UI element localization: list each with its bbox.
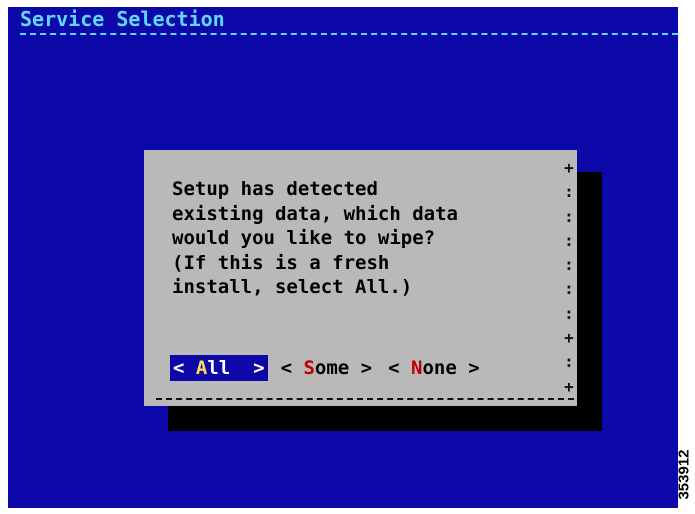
- figure-id-label: 353912: [675, 449, 693, 500]
- button-open-bracket: <: [280, 357, 304, 379]
- button-label-rest: one: [422, 357, 457, 379]
- button-open-bracket: <: [388, 357, 412, 379]
- figure-id: 353912: [674, 440, 694, 510]
- none-button[interactable]: < None >: [385, 355, 483, 381]
- title-divider: [20, 33, 678, 35]
- button-hotkey: S: [303, 357, 315, 379]
- button-hotkey: A: [195, 357, 208, 379]
- button-close-bracket: >: [349, 357, 373, 379]
- dialog-button-row: < All > < Some > < None >: [170, 354, 483, 382]
- wipe-data-dialog: + : : : : : : + : + Setup has detected e…: [144, 150, 577, 406]
- message-line: would you like to wipe?: [172, 227, 436, 249]
- message-line: install, select All.): [172, 276, 413, 298]
- dialog-message: Setup has detected existing data, which …: [172, 177, 542, 300]
- message-line: Setup has detected: [172, 178, 378, 200]
- dialog-bottom-border: [156, 398, 574, 400]
- button-hotkey: N: [411, 357, 423, 379]
- message-line: existing data, which data: [172, 202, 458, 225]
- button-close-bracket: >: [456, 357, 480, 379]
- button-label-rest: ll: [207, 357, 231, 379]
- all-button[interactable]: < All >: [170, 355, 268, 381]
- button-open-bracket: <: [173, 357, 196, 379]
- button-close-bracket: >: [230, 357, 265, 379]
- some-button[interactable]: < Some >: [278, 355, 376, 381]
- message-line: (If this is a fresh: [172, 251, 390, 274]
- terminal-screen: Service Selection + : : : : : : + : + Se…: [8, 7, 678, 508]
- screen-title: Service Selection: [20, 7, 225, 31]
- dialog-scroll-edge: + : : : : : : + : +: [564, 158, 574, 396]
- button-label-rest: ome: [314, 357, 350, 379]
